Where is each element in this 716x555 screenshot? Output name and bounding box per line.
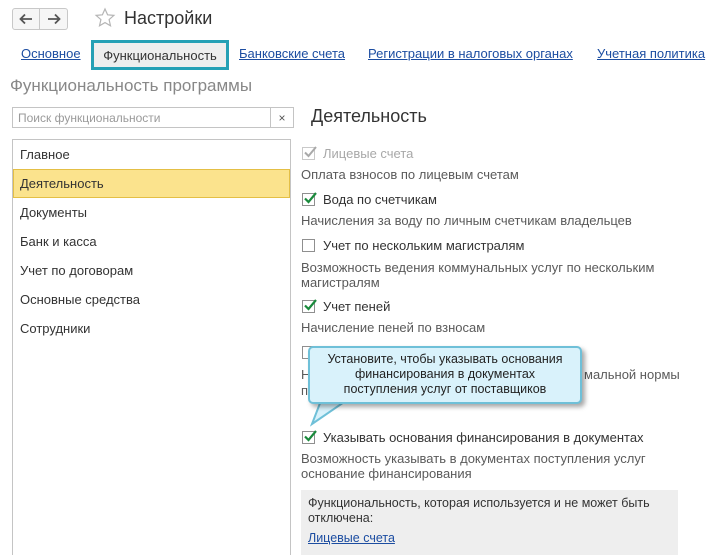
search-box: × (12, 107, 294, 128)
section-title: Функциональность программы (10, 76, 253, 95)
option-label: Вода по счетчикам (323, 192, 437, 207)
personal-accounts-checkbox[interactable] (302, 146, 317, 160)
favorite-star-icon[interactable] (94, 7, 116, 29)
multiple-mains-checkbox[interactable] (302, 239, 315, 252)
sidebar-item-activity[interactable]: Деятельность (13, 169, 290, 198)
hint-tooltip: Установите, чтобы указывать основания фи… (308, 346, 582, 404)
option-label: Указывать основания финансирования в док… (323, 430, 644, 445)
water-meters-checkbox[interactable] (302, 192, 317, 206)
sidebar-item-documents[interactable]: Документы (13, 198, 290, 227)
close-icon: × (278, 110, 286, 125)
personal-accounts-link[interactable]: Лицевые счета (308, 531, 395, 545)
tab-bank-accounts[interactable]: Банковские счета (239, 46, 345, 61)
option-description: Начисления за воду по личным счетчикам в… (301, 213, 632, 228)
option-label: Учет по нескольким магистралям (323, 238, 525, 253)
arrow-left-icon (19, 13, 32, 25)
sidebar-item-employees[interactable]: Сотрудники (13, 314, 290, 343)
option-description: Возможность указывать в документах посту… (301, 451, 646, 481)
tab-main[interactable]: Основное (21, 46, 81, 61)
checkmark-icon (304, 146, 317, 158)
forward-button[interactable] (40, 8, 68, 30)
option-description: Начисление пеней по взносам (301, 320, 486, 335)
checkmark-icon (304, 299, 317, 311)
functionality-list: Главное Деятельность Документы Банк и ка… (12, 139, 291, 555)
sidebar-item-fixed-assets[interactable]: Основные средства (13, 285, 290, 314)
tab-tax-registrations[interactable]: Регистрации в налоговых органах (368, 46, 573, 61)
option-description: Возможность ведения коммунальных услуг п… (301, 260, 655, 290)
penalties-checkbox[interactable] (302, 299, 317, 313)
locked-features-box: Функциональность, которая используется и… (301, 490, 678, 555)
option-description-fragment: п (301, 383, 309, 398)
sidebar-item-contracts[interactable]: Учет по договорам (13, 256, 290, 285)
info-text: Функциональность, которая используется и… (308, 496, 650, 525)
option-description-fragment: мальной нормы (584, 367, 680, 382)
tab-functionality[interactable]: Функциональность (91, 40, 229, 70)
window-title: Настройки (124, 8, 213, 28)
back-button[interactable] (12, 8, 40, 30)
tab-accounting-policy[interactable]: Учетная политика (597, 46, 705, 61)
financing-basis-checkbox[interactable] (302, 430, 317, 444)
arrow-right-icon (47, 13, 61, 25)
checkmark-icon (304, 430, 317, 442)
option-description: Оплата взносов по лицевым счетам (301, 167, 519, 182)
checkmark-icon (304, 192, 317, 204)
sidebar-item-main[interactable]: Главное (13, 140, 290, 169)
sidebar-item-bank-cash[interactable]: Банк и касса (13, 227, 290, 256)
option-label: Учет пеней (323, 299, 391, 314)
option-label: Лицевые счета (323, 146, 414, 161)
clear-search-button[interactable]: × (270, 108, 293, 127)
panel-title: Деятельность (311, 106, 427, 126)
search-input[interactable] (13, 108, 271, 127)
